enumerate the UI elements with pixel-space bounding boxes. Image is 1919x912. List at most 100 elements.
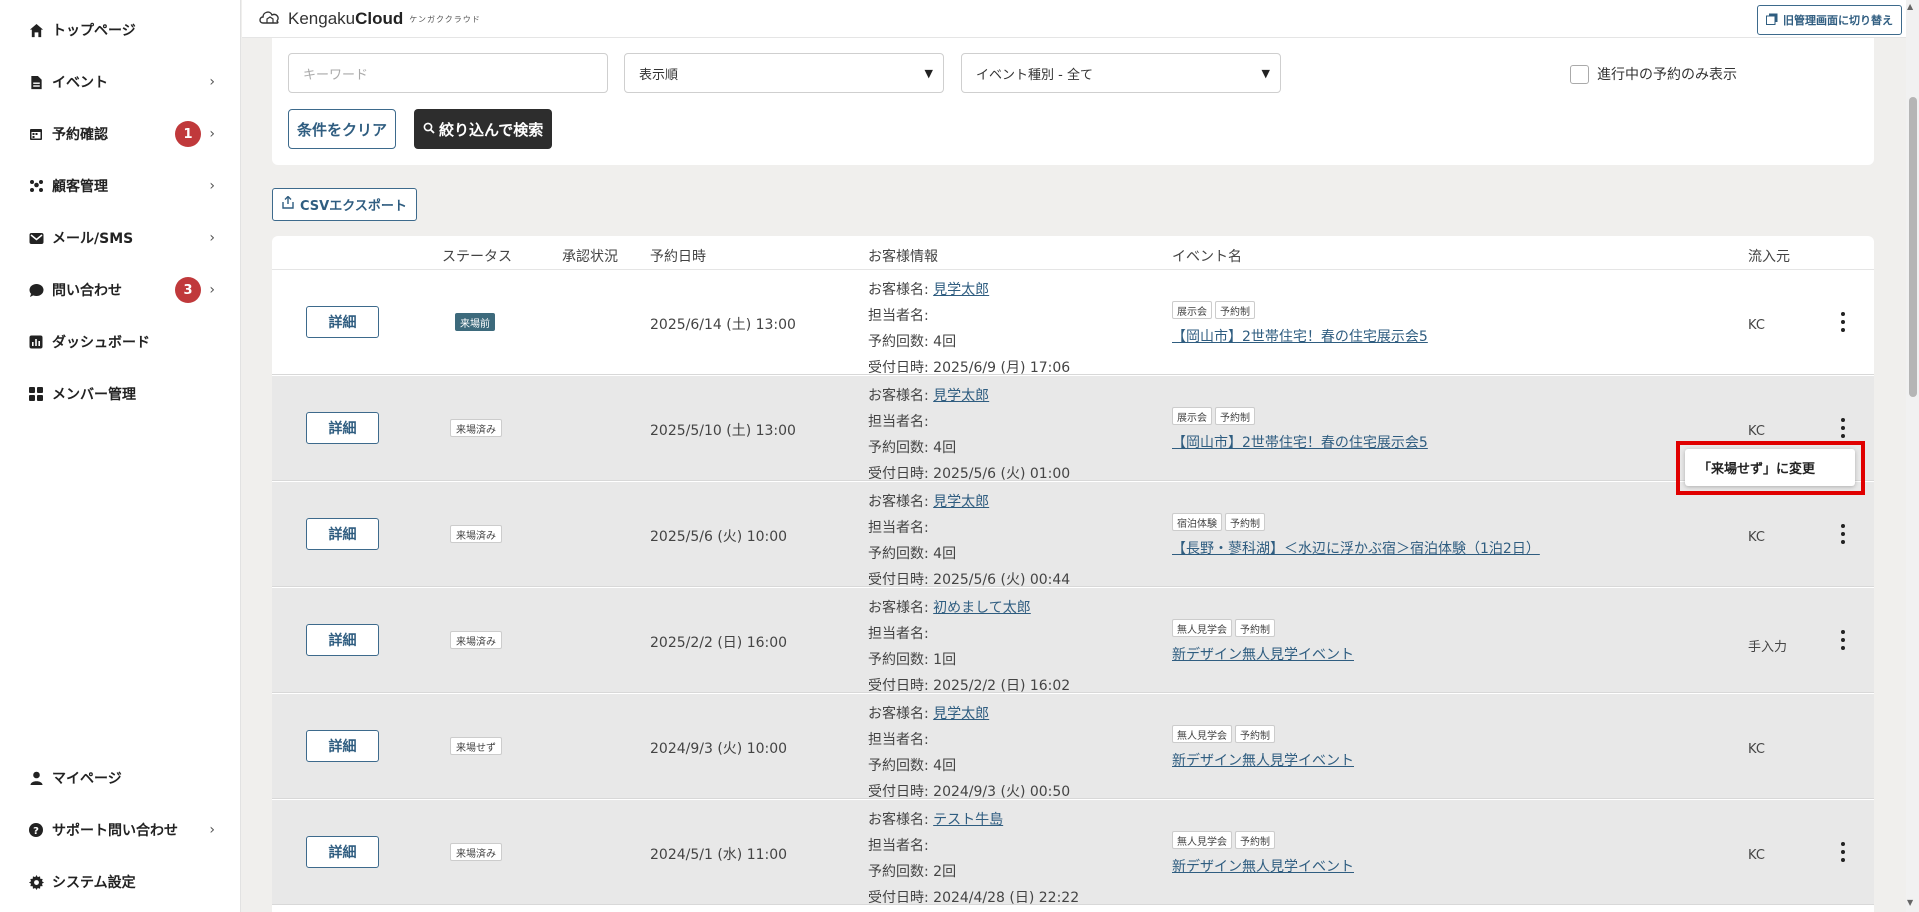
- header-source: 流入元: [1748, 249, 1790, 265]
- event-tag: 無人見学会: [1172, 831, 1232, 849]
- reservation-date: 2024/5/1 (水) 11:00: [650, 847, 788, 863]
- chart-icon: [28, 334, 44, 350]
- customer-name-link[interactable]: テスト牛島: [933, 812, 1003, 828]
- sidebar-item-reservations[interactable]: 予約確認 1 ›: [0, 114, 241, 154]
- chevron-right-icon: ›: [209, 126, 215, 142]
- mail-icon: [28, 230, 44, 246]
- active-only-checkbox-group: 進行中の予約のみ表示: [1570, 64, 1737, 84]
- event-name-link[interactable]: 新デザイン無人見学イベント: [1172, 856, 1354, 876]
- table-row: 詳細 来場済み 2024/5/1 (水) 11:00 お客様名: テスト牛島 担…: [272, 800, 1874, 906]
- customer-info: お客様名: 見学太郎 担当者名: 予約回数: 4回 受付日時: 2024/9/3…: [868, 706, 1071, 800]
- header-date: 予約日時: [650, 249, 706, 265]
- customer-name-link[interactable]: 初めまして太郎: [933, 600, 1031, 616]
- active-only-checkbox[interactable]: [1570, 64, 1589, 84]
- chevron-down-icon: ▼: [924, 66, 933, 80]
- chevron-right-icon: ›: [209, 74, 215, 90]
- event-tag: 無人見学会: [1172, 619, 1232, 637]
- event-tag: 展示会: [1172, 407, 1212, 425]
- table-row: 詳細 来場せず 2024/9/3 (火) 10:00 お客様名: 見学太郎 担当…: [272, 694, 1874, 800]
- customer-name-link[interactable]: 見学太郎: [933, 494, 989, 510]
- scroll-down-arrow-icon[interactable]: ▼: [1907, 898, 1913, 907]
- header-event: イベント名: [1172, 249, 1242, 265]
- top-header: Kengaku Cloud ケンガククラウド 旧管理画面に切り替え: [242, 0, 1919, 38]
- event-type-select[interactable]: イベント種別 - 全て ▼: [961, 53, 1281, 93]
- help-icon: ?: [28, 822, 44, 838]
- event-name-link[interactable]: 【岡山市】2世帯住宅！春の住宅展示会5: [1172, 326, 1428, 346]
- more-options-icon[interactable]: [1840, 312, 1846, 332]
- more-options-icon[interactable]: [1840, 630, 1846, 650]
- more-options-icon[interactable]: [1840, 524, 1846, 544]
- filter-search-button[interactable]: 絞り込んで検索: [414, 109, 553, 149]
- change-to-no-show-menu-item[interactable]: 「来場せず」に変更: [1685, 449, 1855, 486]
- reservation-table: ステータス 承認状況 予約日時 お客様情報 イベント名 流入元 詳細 来場前 2…: [272, 236, 1874, 912]
- source-value: KC: [1748, 530, 1765, 545]
- detail-button[interactable]: 詳細: [306, 730, 379, 762]
- sidebar-item-customers[interactable]: 顧客管理 ›: [0, 166, 241, 206]
- sidebar: トップページ イベント › 予約確認 1 › 顧客管理 › メール/SMS › …: [0, 0, 241, 912]
- sidebar-item-mypage[interactable]: マイページ: [0, 758, 241, 798]
- scroll-up-arrow-icon[interactable]: ▲: [1907, 2, 1913, 11]
- reservation-date: 2025/5/10 (土) 13:00: [650, 423, 796, 439]
- gear-icon: [28, 874, 44, 890]
- keyword-input[interactable]: キーワード: [288, 53, 608, 93]
- customer-info: お客様名: 見学太郎 担当者名: 予約回数: 4回 受付日時: 2025/5/6…: [868, 494, 1071, 588]
- detail-button[interactable]: 詳細: [306, 836, 379, 868]
- reservation-date: 2025/5/6 (火) 10:00: [650, 529, 788, 545]
- event-name-link[interactable]: 【岡山市】2世帯住宅！春の住宅展示会5: [1172, 432, 1428, 452]
- person-icon: [28, 770, 44, 786]
- event-name-link[interactable]: 新デザイン無人見学イベント: [1172, 750, 1354, 770]
- event-tag: 宿泊体験: [1172, 513, 1222, 531]
- table-row: 詳細 来場済み 2025/5/10 (土) 13:00 お客様名: 見学太郎 担…: [272, 376, 1874, 482]
- status-badge: 来場済み: [450, 843, 502, 861]
- sidebar-item-mail-sms[interactable]: メール/SMS ›: [0, 218, 241, 258]
- chat-icon: [28, 282, 44, 298]
- header-approval: 承認状況: [562, 249, 618, 265]
- clear-conditions-button[interactable]: 条件をクリア: [288, 109, 397, 149]
- notification-badge: 1: [175, 121, 201, 147]
- grid-icon: [28, 386, 44, 402]
- event-name-link[interactable]: 新デザイン無人見学イベント: [1172, 644, 1354, 664]
- event-tags: 無人見学会 予約制: [1172, 725, 1278, 743]
- sidebar-item-top[interactable]: トップページ: [0, 10, 241, 50]
- sidebar-item-event[interactable]: イベント ›: [0, 62, 241, 102]
- customer-name-link[interactable]: 見学太郎: [933, 388, 989, 404]
- customer-name-link[interactable]: 見学太郎: [933, 282, 989, 298]
- event-tag: 予約制: [1215, 407, 1255, 425]
- source-value: KC: [1748, 424, 1765, 439]
- event-tag: 予約制: [1215, 301, 1255, 319]
- sidebar-item-inquiries[interactable]: 問い合わせ 3 ›: [0, 270, 241, 310]
- status-badge: 来場前: [455, 313, 495, 331]
- status-badge: 来場済み: [450, 525, 502, 543]
- search-panel: キーワード 表示順 ▼ イベント種別 - 全て ▼ 進行中の予約のみ表示 条件を…: [272, 38, 1874, 165]
- customer-name-link[interactable]: 見学太郎: [933, 706, 989, 722]
- event-tag: 予約制: [1225, 513, 1265, 531]
- sidebar-item-system-settings[interactable]: システム設定: [0, 862, 241, 902]
- detail-button[interactable]: 詳細: [306, 306, 379, 338]
- csv-export-button[interactable]: CSVエクスポート: [272, 188, 417, 221]
- sidebar-item-members[interactable]: メンバー管理: [0, 374, 241, 414]
- export-icon: [282, 195, 294, 213]
- sidebar-item-dashboard[interactable]: ダッシュボード: [0, 322, 241, 362]
- more-options-icon[interactable]: [1840, 418, 1846, 438]
- event-tag: 無人見学会: [1172, 725, 1232, 743]
- event-tags: 展示会 予約制: [1172, 301, 1258, 319]
- reservation-date: 2024/9/3 (火) 10:00: [650, 741, 788, 757]
- scrollbar-thumb[interactable]: [1909, 97, 1917, 397]
- svg-text:?: ?: [33, 826, 39, 837]
- detail-button[interactable]: 詳細: [306, 412, 379, 444]
- document-icon: [28, 74, 44, 90]
- detail-button[interactable]: 詳細: [306, 624, 379, 656]
- source-value: KC: [1748, 848, 1765, 863]
- status-badge: 来場せず: [450, 737, 502, 755]
- calendar-icon: [28, 126, 44, 142]
- customer-info: お客様名: 初めまして太郎 担当者名: 予約回数: 1回 受付日時: 2025/…: [868, 600, 1071, 694]
- more-options-icon[interactable]: [1840, 842, 1846, 862]
- detail-button[interactable]: 詳細: [306, 518, 379, 550]
- table-row: 詳細 来場済み 2025/5/6 (火) 10:00 お客様名: 見学太郎 担当…: [272, 482, 1874, 588]
- table-header: ステータス 承認状況 予約日時 お客様情報 イベント名 流入元: [272, 236, 1874, 270]
- switch-old-admin-button[interactable]: 旧管理画面に切り替え: [1757, 5, 1902, 35]
- event-name-link[interactable]: 【長野・蓼科湖】＜水辺に浮かぶ宿＞宿泊体験（1泊2日）: [1172, 538, 1540, 558]
- sort-select[interactable]: 表示順 ▼: [624, 53, 944, 93]
- status-badge: 来場済み: [450, 419, 502, 437]
- sidebar-item-support[interactable]: ? サポート問い合わせ ›: [0, 810, 241, 850]
